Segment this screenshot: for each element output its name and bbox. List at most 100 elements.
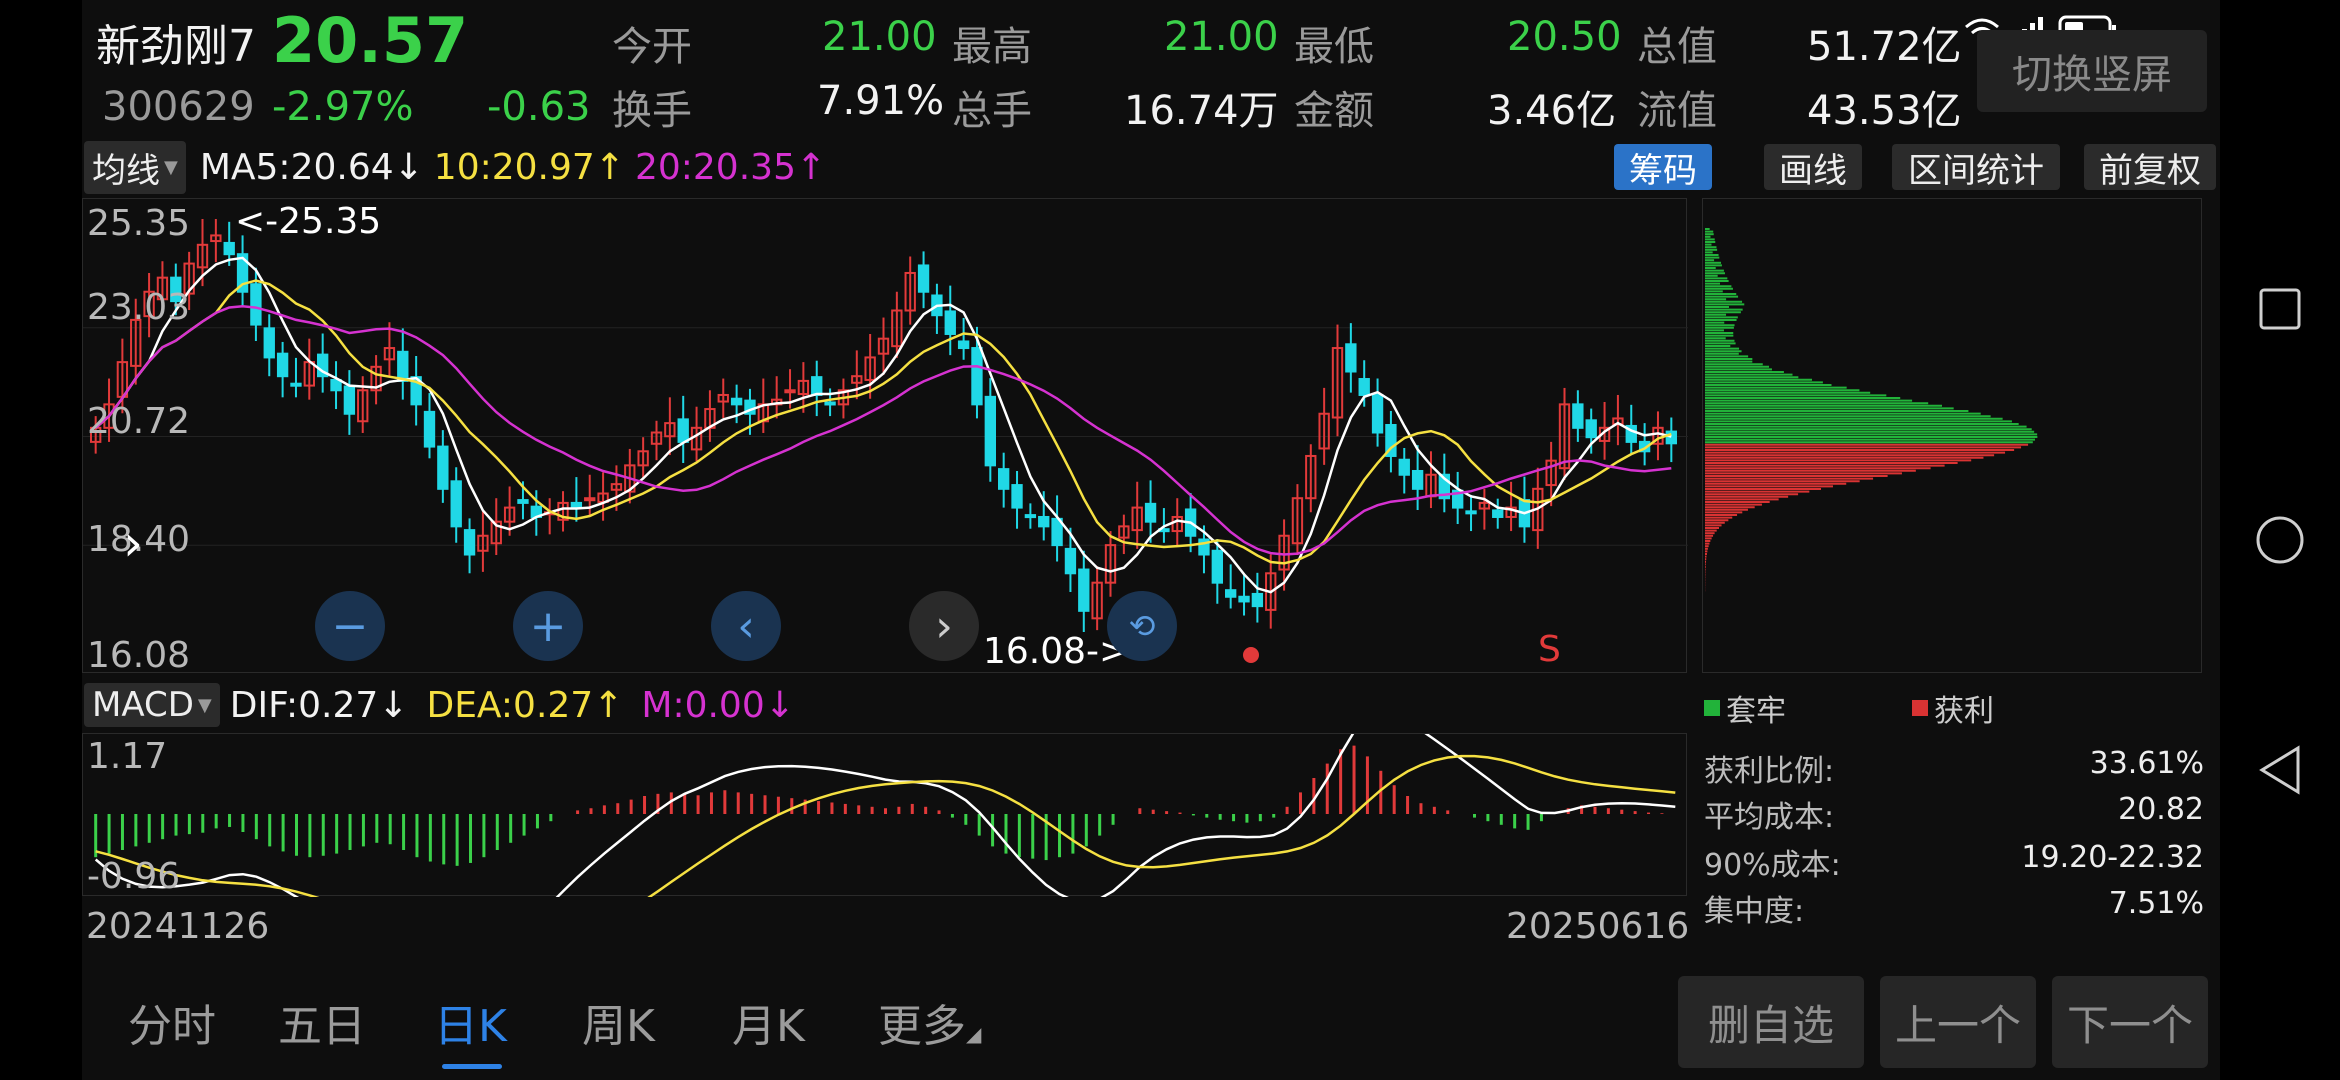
candle-body [276,352,289,378]
adjust-forward-button[interactable]: 前复权 [2084,144,2216,191]
candle-body [971,347,983,406]
date-start: 20241126 [86,906,270,947]
kline-panel[interactable]: 25.35 23.03 20.72 18.40 16.08 <-25.35 16… [82,198,1688,676]
candle-body [984,395,996,467]
zoom-out-button[interactable]: − [315,591,385,661]
candle-body [570,501,583,509]
tab-five-day[interactable]: 五日 [278,990,366,1054]
corner-triangle-icon: ◢ [966,1022,982,1046]
candle-body [343,385,356,415]
open-label: 今开 [612,24,692,70]
candle-body [730,397,743,406]
stat-value: 19.20-22.32 [2021,840,2204,875]
indicator-selector-label: MACD [92,685,194,725]
reset-view-button[interactable]: ⟲ [1107,591,1177,661]
ma-toolbar: 均线 ▼ MA5:20.64↓ 10:20.97↑ 20:20.35↑ [84,140,826,194]
price-axis-label: 25.35 [87,203,191,244]
active-tab-indicator [442,1064,502,1069]
cost-90-row: 90%成本: 19.20-22.32 [1704,840,2204,884]
system-nav-bar [2220,0,2340,1080]
indicator-selector[interactable]: MACD ▼ [84,683,220,727]
candle-body [437,445,449,490]
candle-body [1665,430,1677,445]
stat-value: 20.82 [2118,792,2204,827]
candle-body [1371,393,1384,434]
macd-chart [94,711,1676,949]
stock-name-text: 新劲刚 [96,21,228,72]
candle-body [1038,515,1050,528]
low-label: 最低 [1294,24,1374,70]
macd-toolbar: MACD ▼ DIF:0.27↓ DEA:0.27↑ M:0.00↓ [84,678,795,732]
turnover-value: 7.91% [817,78,945,124]
dea-line [95,754,1676,949]
change-pct: -2.97% [272,84,414,130]
chevron-left-icon: ‹ [737,600,755,652]
float-label: 流值 [1637,88,1717,134]
system-nav-icons [2256,288,2304,795]
stat-label: 90%成本: [1704,848,1841,883]
stock-name-suffix: 7 [228,21,256,72]
home-icon[interactable] [2256,516,2304,564]
tab-monthly-k[interactable]: 月K [732,990,805,1054]
volume-value: 16.74万 [1124,88,1279,134]
recent-apps-icon[interactable] [2259,288,2301,330]
price-axis-label: 20.72 [87,401,191,442]
candle-body [423,410,436,448]
range-stats-button[interactable]: 区间统计 [1892,144,2060,191]
candle-body [1465,510,1477,515]
high-label: 最高 [952,24,1032,70]
tab-weekly-k[interactable]: 周K [582,990,655,1054]
tab-more-label: 更多 [878,1001,966,1052]
candle-body [450,480,462,528]
candle-body [784,389,796,394]
candle-body [1585,419,1597,439]
candle-body [1398,458,1410,476]
candle-body [1238,595,1250,603]
ma20-value: 20:20.35↑ [634,146,827,188]
candle-body [944,310,956,335]
scroll-right-button[interactable]: › [909,591,979,661]
dif-value: DIF:0.27↓ [229,684,409,726]
candle-body [1144,502,1157,523]
concentration-row: 集中度: 7.51% [1704,886,2204,930]
previous-stock-button[interactable]: 上一个 [1880,976,2036,1068]
ma-selector[interactable]: 均线 ▼ [84,140,186,194]
price-axis-label: 23.03 [87,287,191,328]
tab-intraday[interactable]: 分时 [128,990,216,1054]
candle-body [290,382,302,387]
candle-body [1011,484,1023,509]
chips-button[interactable]: 筹码 [1614,144,1712,191]
next-stock-button[interactable]: 下一个 [2052,976,2208,1068]
mcap-label: 总值 [1637,24,1717,70]
tab-daily-k[interactable]: 日K [434,990,507,1054]
chip-distribution-panel[interactable] [1702,198,2202,673]
zoom-in-button[interactable]: + [513,591,583,661]
switch-portrait-button[interactable]: 切换竖屏 [1977,30,2207,112]
stock-name: 新劲刚7 [96,10,256,74]
macd-panel[interactable]: 1.17 -0.96 [82,711,1687,949]
draw-line-button[interactable]: 画线 [1764,144,1862,191]
legend-trapped: 套牢 [1704,686,1786,730]
stat-label: 平均成本: [1704,800,1835,835]
scroll-left-button[interactable]: ‹ [711,591,781,661]
change-amount: -0.63 [487,84,591,130]
back-icon[interactable] [2259,745,2300,795]
candle-body [677,418,689,443]
tab-more[interactable]: 更多◢ [878,990,981,1054]
macd-axis-label: 1.17 [87,736,168,777]
plus-icon: + [529,600,567,652]
candle-body [1572,403,1584,429]
candle-body [1358,378,1370,396]
candle-body [1225,589,1237,598]
candle-body [1411,469,1424,490]
candle-body [998,468,1010,490]
low-value: 20.50 [1507,14,1622,60]
expand-left-icon[interactable]: › [123,514,143,572]
candle-body [397,350,409,382]
sell-signal-marker: S [1538,629,1561,670]
profit-ratio-row: 获利比例: 33.61% [1704,746,2204,790]
remove-watchlist-button[interactable]: 删自选 [1678,976,1864,1068]
candle-body [1211,549,1223,584]
candle-body [263,327,275,359]
reset-icon: ⟲ [1128,607,1156,645]
